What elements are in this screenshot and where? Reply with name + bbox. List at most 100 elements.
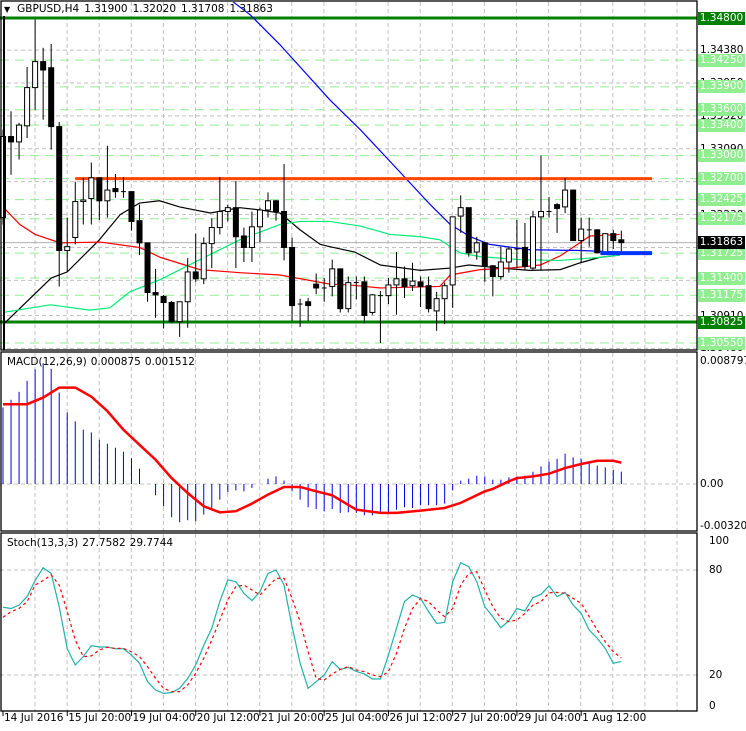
candle [385, 278, 392, 305]
candle-body [401, 278, 408, 287]
candle-body [345, 282, 352, 310]
candle-body [144, 242, 151, 294]
macd-title: MACD(12,26,9) 0.000875 0.001512 [7, 356, 195, 368]
level-price-tag: 1.33400 [698, 118, 745, 132]
candle-body [152, 292, 159, 296]
candle [449, 216, 456, 308]
candle-body [88, 177, 95, 199]
candle-body [216, 210, 223, 229]
candle [144, 242, 151, 302]
candle-body [369, 294, 376, 313]
candle [361, 276, 368, 324]
candle [8, 111, 15, 175]
candle [433, 291, 440, 331]
candle [345, 276, 352, 313]
stoch-title: Stoch(13,3,3) 27.7582 29.7744 [7, 537, 173, 549]
candle-body [409, 280, 416, 287]
macd-panel[interactable] [0, 353, 697, 531]
level-price-tag: 1.32425 [698, 193, 745, 207]
candle-body [48, 67, 55, 128]
level-price-tag: 1.30550 [698, 336, 745, 350]
candle [184, 258, 191, 328]
time-axis-label: 15 Jul 20:00 [68, 712, 132, 724]
candle [96, 177, 103, 220]
candle-body [473, 242, 480, 253]
candle [240, 227, 247, 262]
candle [289, 237, 296, 321]
candle-body [72, 201, 79, 238]
macd-axis-label: 0.00 [700, 478, 724, 490]
time-axis-label: 1 Aug 12:00 [582, 712, 647, 724]
candle [497, 246, 504, 280]
price-panel[interactable] [0, 0, 697, 350]
candle-body [425, 285, 432, 310]
candle [594, 229, 601, 254]
candle-body [256, 209, 263, 228]
candle [120, 177, 126, 198]
chart-header: ▼ GBPUSD,H4 1.31900 1.32020 1.31708 1.31… [4, 3, 273, 15]
candle [337, 268, 344, 313]
candle-body [64, 246, 71, 251]
candle-body [96, 177, 103, 202]
candle [369, 294, 376, 315]
time-axis-label: 27 Jul 20:00 [453, 712, 517, 724]
candle-body [112, 188, 119, 193]
candle-body [385, 284, 392, 297]
stoch-axis-label: 80 [709, 564, 723, 576]
level-price-tag: 1.34250 [698, 53, 745, 67]
candle [321, 278, 327, 302]
stoch-axis-label: 100 [709, 535, 730, 547]
candle-body [481, 242, 488, 267]
candle-body [168, 302, 175, 323]
dropdown-triangle-icon[interactable]: ▼ [4, 5, 10, 14]
candle-body [208, 227, 215, 245]
candle-body [248, 226, 255, 248]
level-price-tag: 1.30825 [698, 315, 745, 329]
candle-body [578, 228, 585, 242]
candle [401, 266, 408, 298]
candle-body [570, 189, 577, 242]
candle-body [594, 229, 601, 254]
candle-body [554, 204, 561, 209]
level-price-tag: 1.32175 [698, 212, 745, 226]
macd-axis-label: -0.003202 [700, 520, 746, 532]
candle [80, 177, 87, 225]
candle-body [16, 124, 23, 143]
stochastic-panel[interactable] [0, 534, 697, 711]
time-axis-label: 26 Jul 12:00 [389, 712, 453, 724]
candle [529, 210, 536, 270]
candle-body [184, 271, 191, 303]
stoch-axis-label: 0 [709, 700, 716, 712]
candle-body [618, 239, 625, 244]
current-price-tag: 1.31863 [698, 236, 745, 250]
candle [56, 122, 63, 287]
candle-body [329, 268, 336, 287]
candle-body [433, 298, 440, 312]
candle [425, 276, 432, 313]
candle [457, 195, 464, 233]
time-axis-label: 25 Jul 04:00 [325, 712, 389, 724]
candle-body [610, 233, 617, 242]
candle-body [489, 265, 496, 278]
candle-body [128, 191, 135, 222]
candle [562, 177, 569, 214]
macd-name: MACD(12,26,9) [7, 356, 87, 368]
stoch-main-value: 27.7582 [82, 537, 126, 549]
candle [305, 297, 312, 321]
open-price: 1.31900 [84, 3, 128, 15]
candle [602, 232, 609, 254]
level-price-tag: 1.33900 [698, 80, 745, 94]
candle-body [441, 285, 448, 300]
candle-body [457, 207, 464, 217]
candle [481, 242, 488, 282]
candle-body [192, 271, 199, 280]
candle [521, 222, 528, 270]
candle [248, 211, 255, 262]
candle [570, 189, 577, 242]
candle-body [80, 199, 87, 203]
macd-signal-line [3, 386, 622, 515]
candle-body [417, 281, 424, 287]
candle [441, 282, 448, 324]
candle-body [8, 136, 15, 143]
high-price: 1.32020 [132, 3, 177, 15]
